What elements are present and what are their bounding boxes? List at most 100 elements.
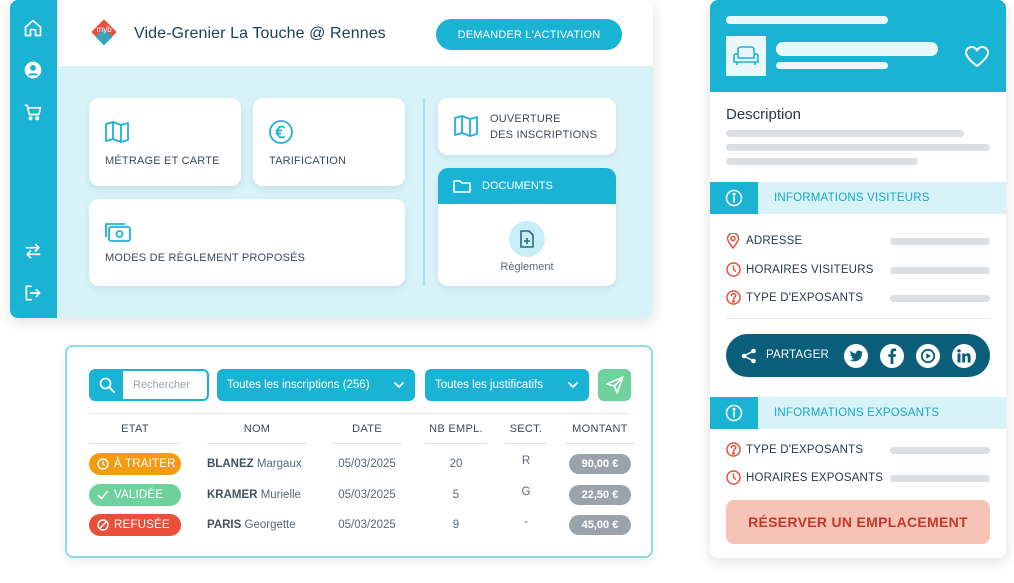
subtitle-placeholder xyxy=(776,42,938,56)
card-modes-reglement[interactable]: MODES DE RÈGLEMENT PROPOSÉS xyxy=(89,199,405,286)
chevron-down-icon xyxy=(568,382,578,388)
search-input[interactable]: Rechercher xyxy=(89,369,209,401)
linkedin-icon[interactable] xyxy=(952,344,976,368)
documents-header: DOCUMENTS xyxy=(438,168,616,204)
info-label: TYPE D'EXPOSANTS xyxy=(746,444,864,456)
first-name: Murielle xyxy=(260,489,301,501)
nb-empl-cell: 20 xyxy=(449,458,463,470)
last-name: KRAMER xyxy=(207,489,258,501)
file-add-icon xyxy=(520,230,534,248)
myb-logo: myb xyxy=(89,17,119,47)
amount-badge: 22,50 € xyxy=(569,485,631,505)
svg-text:myb: myb xyxy=(96,25,112,34)
column-header-date[interactable]: DATE xyxy=(332,423,402,435)
value-placeholder xyxy=(890,475,990,482)
question-icon xyxy=(726,290,741,305)
detail-header xyxy=(710,0,1006,92)
folder-icon xyxy=(453,179,471,198)
date-cell: 05/03/2025 xyxy=(338,489,396,501)
sect-cell: - xyxy=(524,516,528,528)
info-label: ADRESSE xyxy=(746,235,803,247)
card-metrage[interactable]: MÉTRAGE ET CARTE xyxy=(89,98,241,186)
column-header-nom[interactable]: NOM xyxy=(207,423,307,435)
facebook-icon[interactable] xyxy=(880,344,904,368)
column-header-sect[interactable]: SECT. xyxy=(505,423,547,435)
card-tarification[interactable]: TARIFICATION xyxy=(253,98,405,186)
last-name: PARIS xyxy=(207,519,242,531)
column-header-etat[interactable]: ETAT xyxy=(89,423,181,435)
value-placeholder xyxy=(890,238,990,245)
heart-icon[interactable] xyxy=(964,45,990,74)
user-icon[interactable] xyxy=(22,59,44,81)
info-row-exhibitor-hours: HORAIRES EXPOSANTS xyxy=(726,470,990,486)
status-badge[interactable]: REFUSÉE xyxy=(89,514,181,536)
description-placeholder xyxy=(726,130,964,137)
status-label: REFUSÉE xyxy=(114,519,170,531)
column-header-nb-empl[interactable]: NB EMPL. xyxy=(425,423,487,435)
clock-icon xyxy=(726,470,741,485)
sofa-icon xyxy=(726,36,766,76)
status-badge[interactable]: VALIDÉE xyxy=(89,484,181,506)
header-underline xyxy=(89,443,181,444)
chevron-down-icon xyxy=(394,382,404,388)
twitter-icon[interactable] xyxy=(844,344,868,368)
pin-icon xyxy=(726,233,740,249)
column-header-montant[interactable]: MONTANT xyxy=(565,423,635,435)
name-cell: PARIS Georgette xyxy=(207,519,296,531)
request-activation-button[interactable]: DEMANDER L'ACTIVATION xyxy=(436,19,622,50)
map-icon xyxy=(104,120,130,149)
info-icon xyxy=(710,182,758,214)
euro-icon xyxy=(268,119,294,150)
card-documents: DOCUMENTS Règlement xyxy=(438,168,616,286)
subtitle-placeholder xyxy=(776,62,888,69)
search-placeholder: Rechercher xyxy=(133,379,190,391)
status-label: VALIDÉE xyxy=(114,489,164,501)
table-row[interactable]: À TRAITER BLANEZ Margaux 05/03/2025 20 R… xyxy=(67,453,651,477)
switch-arrows-icon[interactable] xyxy=(22,240,44,262)
reserve-spot-button[interactable]: RÉSERVER UN EMPLACEMENT xyxy=(726,500,990,544)
reglement-document-label[interactable]: Règlement xyxy=(438,261,616,273)
table-row[interactable]: REFUSÉE PARIS Georgette 05/03/2025 9 - 4… xyxy=(67,514,651,538)
exhibitors-section-label: INFORMATIONS EXPOSANTS xyxy=(774,407,940,419)
app-header: myb Vide-Grenier La Touche @ Rennes DEMA… xyxy=(57,0,653,66)
info-label: HORAIRES EXPOSANTS xyxy=(746,472,884,484)
info-row-visitor-hours: HORAIRES VISITEURS xyxy=(726,262,990,278)
sidebar xyxy=(10,0,57,318)
description-placeholder xyxy=(726,158,918,165)
logout-icon[interactable] xyxy=(22,282,44,304)
inscriptions-filter-select[interactable]: Toutes les inscriptions (256) xyxy=(217,369,415,401)
card-ouverture-inscriptions[interactable]: OUVERTURE DES INSCRIPTIONS xyxy=(438,98,616,155)
info-label: HORAIRES VISITEURS xyxy=(746,264,874,276)
amount-badge: 45,00 € xyxy=(569,515,631,535)
map-icon xyxy=(453,114,479,143)
share-icon[interactable] xyxy=(741,348,757,364)
toolbar-separator xyxy=(89,413,629,414)
ban-icon xyxy=(97,519,109,531)
document-file-button[interactable] xyxy=(509,221,545,257)
ouverture-line1: OUVERTURE xyxy=(490,113,561,125)
send-button[interactable] xyxy=(598,369,631,401)
card-tarification-label: TARIFICATION xyxy=(269,155,347,167)
check-icon xyxy=(97,490,109,500)
card-ouverture-label: OUVERTURE DES INSCRIPTIONS xyxy=(490,111,597,143)
separator xyxy=(726,318,990,319)
youtube-icon[interactable] xyxy=(916,344,940,368)
visitors-section-label: INFORMATIONS VISITEURS xyxy=(774,192,930,204)
amount-badge: 90,00 € xyxy=(569,454,631,474)
inscriptions-table-panel: Rechercher Toutes les inscriptions (256)… xyxy=(65,345,653,558)
justificatifs-filter-select[interactable]: Toutes les justificatifs xyxy=(425,369,589,401)
status-badge[interactable]: À TRAITER xyxy=(89,453,181,475)
question-icon xyxy=(726,442,741,457)
info-icon xyxy=(710,397,758,429)
home-icon[interactable] xyxy=(22,17,44,39)
header-underline xyxy=(332,443,402,444)
name-cell: BLANEZ Margaux xyxy=(207,458,302,470)
ouverture-line2: DES INSCRIPTIONS xyxy=(490,129,598,141)
send-icon xyxy=(605,376,624,394)
table-row[interactable]: VALIDÉE KRAMER Murielle 05/03/2025 5 G 2… xyxy=(67,484,651,508)
clock-icon xyxy=(726,262,741,277)
name-cell: KRAMER Murielle xyxy=(207,489,301,501)
cart-icon[interactable] xyxy=(22,101,44,123)
nb-empl-cell: 5 xyxy=(452,489,460,501)
divider xyxy=(423,98,425,286)
